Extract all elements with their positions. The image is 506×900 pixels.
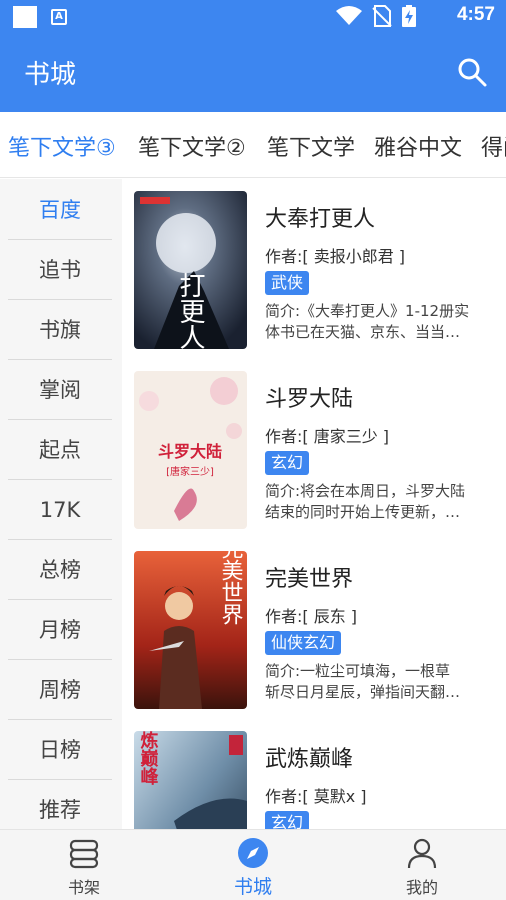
list-item[interactable]: 武炼巅峰 武炼巅峰 作者:[ 莫默x ] 玄幻 (122, 719, 506, 829)
list-item[interactable]: 打更人 大奉打更人 作者:[ 卖报小郎君 ] 武侠 简介:《大奉打更人》1-12… (122, 179, 506, 359)
book-title: 大奉打更人 (265, 207, 376, 232)
compass-icon (238, 838, 268, 868)
book-author: 作者:[ 唐家三少 ] (265, 427, 390, 446)
cover-title: 完美世界 (218, 551, 244, 625)
book-intro: 简介:《大奉打更人》1-12册实 体书已在天猫、京东、当当… (265, 301, 495, 345)
nav-label: 我的 (405, 878, 438, 897)
nav-label: 书架 (67, 878, 100, 897)
sidebar-item-week-rank[interactable]: 周榜 (8, 660, 112, 720)
book-cover: 完美世界 (134, 551, 247, 709)
tab-source-3[interactable]: 笔下文学 (267, 130, 355, 162)
category-sidebar: 百度 追书 书旗 掌阅 起点 17K 总榜 月榜 周榜 日榜 推荐 (0, 179, 122, 829)
no-sim-icon (372, 5, 392, 27)
nav-bookstore[interactable]: 书城 (193, 830, 313, 900)
book-intro-line: 简介:将会在本周日，斗罗大陆 (265, 482, 466, 500)
sidebar-item-baidu[interactable]: 百度 (8, 180, 112, 240)
book-title: 完美世界 (265, 567, 354, 592)
list-item[interactable]: 完美世界 完美世界 作者:[ 辰东 ] 仙侠玄幻 简介:一粒尘可填海，一根草 斩… (122, 539, 506, 719)
sidebar-item-zhuishu[interactable]: 追书 (8, 240, 112, 300)
page-title: 书城 (24, 60, 77, 90)
status-icons (336, 5, 416, 27)
book-intro-line: 结束的同时开始上传更新，… (265, 503, 461, 521)
book-intro: 简介:一粒尘可填海，一根草 斩尽日月星辰，弹指间天翻… (265, 661, 495, 705)
book-cover: 打更人 (134, 191, 247, 349)
status-bar: A 4:57 (0, 0, 506, 32)
sidebar-item-month-rank[interactable]: 月榜 (8, 600, 112, 660)
app-bar: 书城 (0, 32, 506, 112)
bottom-navigation: 书架 书城 我的 (0, 829, 506, 900)
book-intro-line: 简介:《大奉打更人》1-12册实 (265, 302, 470, 320)
book-list: 打更人 大奉打更人 作者:[ 卖报小郎君 ] 武侠 简介:《大奉打更人》1-12… (122, 179, 506, 829)
cover-title: 打更人 (175, 272, 205, 349)
square-icon (13, 6, 37, 28)
book-author: 作者:[ 辰东 ] (265, 607, 358, 626)
nav-label: 书城 (233, 876, 272, 898)
book-title: 武炼巅峰 (265, 747, 354, 772)
tab-source-5[interactable]: 得间 (481, 130, 506, 162)
cover-title: 武炼巅峰 (138, 731, 159, 786)
nav-profile[interactable]: 我的 (362, 830, 482, 900)
list-item[interactable]: 斗罗大陆 [唐家三少] 斗罗大陆 作者:[ 唐家三少 ] 玄幻 简介:将会在本周… (122, 359, 506, 539)
book-intro-line: 简介:一粒尘可填海，一根草 (265, 662, 451, 680)
book-intro-line: 体书已在天猫、京东、当当… (265, 323, 461, 341)
sidebar-item-shuqi[interactable]: 书旗 (8, 300, 112, 360)
genre-badge: 仙侠玄幻 (265, 631, 342, 655)
genre-badge: 玄幻 (265, 451, 310, 475)
sidebar-item-recommend[interactable]: 推荐 (8, 780, 112, 829)
book-cover: 斗罗大陆 [唐家三少] (134, 371, 247, 529)
search-icon[interactable] (456, 56, 488, 88)
battery-charging-icon (402, 5, 416, 27)
cover-title: 斗罗大陆 (158, 442, 222, 461)
person-icon (407, 838, 437, 869)
status-time: 4:57 (456, 4, 495, 25)
book-intro-line: 斩尽日月星辰，弹指间天翻… (265, 683, 461, 701)
genre-badge: 武侠 (265, 271, 310, 295)
genre-badge: 玄幻 (265, 811, 310, 829)
sidebar-item-17k[interactable]: 17K (8, 480, 112, 540)
book-cover: 武炼巅峰 (134, 731, 247, 829)
nav-bookshelf[interactable]: 书架 (24, 830, 144, 900)
source-tabs: 笔下文学③ 笔下文学② 笔下文学 雅谷中文 得间 (0, 112, 506, 178)
tab-source-1[interactable]: 笔下文学③ (8, 130, 116, 162)
a-icon: A (51, 9, 67, 25)
bookshelf-icon (69, 839, 99, 869)
sidebar-item-qidian[interactable]: 起点 (8, 420, 112, 480)
tab-source-2[interactable]: 笔下文学② (138, 130, 246, 162)
sidebar-item-zhangyue[interactable]: 掌阅 (8, 360, 112, 420)
book-author: 作者:[ 莫默x ] (265, 787, 367, 806)
sidebar-item-day-rank[interactable]: 日榜 (8, 720, 112, 780)
wifi-icon (336, 6, 362, 25)
book-title: 斗罗大陆 (265, 387, 354, 412)
cover-subtitle: [唐家三少] (166, 465, 214, 478)
sidebar-item-total-rank[interactable]: 总榜 (8, 540, 112, 600)
book-author: 作者:[ 卖报小郎君 ] (265, 247, 406, 266)
book-intro: 简介:将会在本周日，斗罗大陆 结束的同时开始上传更新，… (265, 481, 495, 525)
tab-source-4[interactable]: 雅谷中文 (374, 130, 462, 162)
